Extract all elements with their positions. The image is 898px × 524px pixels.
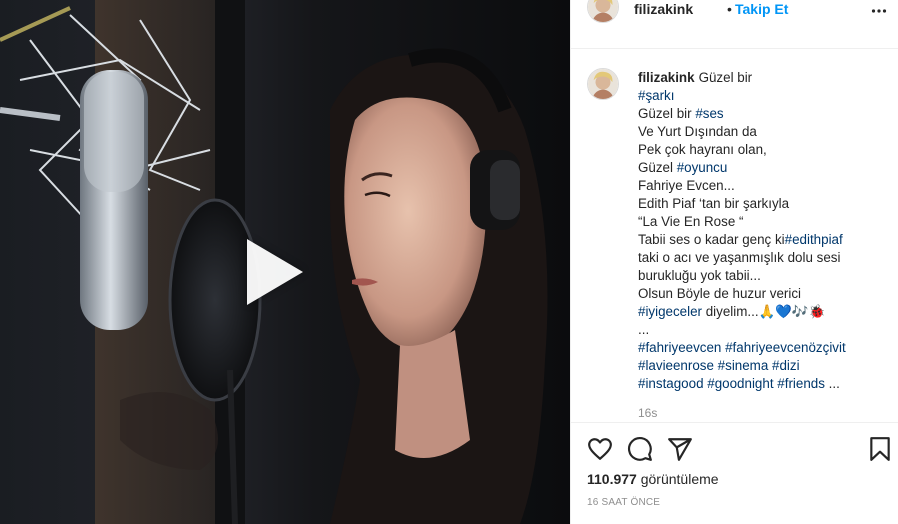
- caption-line: #fahriyeevcen #fahriyeevcenözçivit: [638, 339, 888, 357]
- more-horizontal-icon[interactable]: [871, 3, 887, 19]
- action-bar: 110.977 görüntüleme 16 SAAT ÖNCE: [571, 422, 898, 524]
- caption-line: Tabii ses o kadar genç ki#edithpiaf: [638, 231, 888, 249]
- caption-text: buruk­luğu yok tabii...: [638, 268, 761, 283]
- caption-age: 16s: [638, 406, 658, 420]
- post-caption: filizakink Güzel bir #şarkı Güzel bir #ses V…: [638, 69, 888, 393]
- hashtag-link[interactable]: #oyuncu: [677, 160, 728, 175]
- caption-text: Güzel bir: [638, 106, 696, 121]
- caption-line: Ve Yurt Dışından da: [638, 123, 888, 141]
- hashtag-link[interactable]: #lavieenrose: [638, 358, 714, 373]
- caption-line: taki o acı ve yaşanmışlık dolu sesi: [638, 249, 888, 267]
- hashtag-link[interactable]: #ses: [695, 106, 723, 121]
- header-separator: •: [727, 1, 732, 17]
- caption-text: “La Vie En Rose “: [638, 214, 744, 229]
- hashtag-link[interactable]: #friends: [777, 376, 825, 391]
- caption-line: Olsun Böyle de huzur verici: [638, 285, 888, 303]
- hashtag-link[interactable]: #iyigeceler: [638, 304, 702, 319]
- author-username[interactable]: filizakink: [634, 1, 693, 17]
- caption-line: ...: [638, 321, 888, 339]
- post-header: filizakink • Takip Et: [571, 0, 898, 49]
- comment-icon[interactable]: [627, 436, 653, 462]
- hashtag-link[interactable]: #şarkı: [638, 88, 674, 103]
- author-avatar[interactable]: [587, 0, 619, 23]
- caption-line: #iyigeceler diyelim...🙏💙🎶🐞: [638, 303, 888, 321]
- hashtag-link[interactable]: #dizi: [772, 358, 800, 373]
- hashtag-link[interactable]: #sinema: [718, 358, 769, 373]
- caption-text: Ve Yurt Dışından da: [638, 124, 757, 139]
- caption-text: Edith Piaf ‘tan bir şarkıyla: [638, 196, 790, 211]
- caption-username[interactable]: filizakink: [638, 70, 695, 85]
- caption-line: Edith Piaf ‘tan bir şarkıyla: [638, 195, 888, 213]
- caption-text: Fahriye Evcen...: [638, 178, 735, 193]
- views-count[interactable]: 110.977 görüntüleme: [587, 471, 719, 487]
- caption-text: ...: [824, 376, 840, 391]
- caption-text: Güzel bir: [698, 70, 753, 85]
- bookmark-icon[interactable]: [867, 436, 893, 462]
- play-icon: [247, 239, 303, 305]
- caption-text: Tabii ses o kadar genç ki: [638, 232, 785, 247]
- caption-author-avatar[interactable]: [587, 68, 619, 100]
- caption-line: #instagood #goodnight #friends ...: [638, 375, 888, 393]
- caption-text: diyelim...🙏💙🎶🐞: [702, 304, 826, 319]
- caption-text: Pek çok hayranı olan,: [638, 142, 767, 157]
- caption-line: Fahriye Evcen...: [638, 177, 888, 195]
- views-label: görüntüleme: [640, 471, 719, 487]
- caption-line: filizakink Güzel bir: [638, 69, 888, 87]
- avatar-image: [588, 69, 618, 99]
- views-number: 110.977: [587, 471, 637, 487]
- heart-icon[interactable]: [587, 436, 613, 462]
- follow-button[interactable]: Takip Et: [735, 1, 788, 17]
- caption-line: #lavieenrose #sinema #dizi: [638, 357, 888, 375]
- hashtag-link[interactable]: #instagood: [638, 376, 704, 391]
- caption-text: Güzel: [638, 160, 677, 175]
- post-details-panel: filizakink • Takip Et filizakink Güzel bi…: [570, 0, 898, 524]
- post-timestamp: 16 SAAT ÖNCE: [587, 497, 661, 508]
- caption-line: Güzel bir #ses: [638, 105, 888, 123]
- caption-line: Pek çok hayranı olan,: [638, 141, 888, 159]
- avatar-image: [588, 0, 618, 22]
- post-media[interactable]: [0, 0, 570, 524]
- caption-line: #şarkı: [638, 87, 888, 105]
- play-button[interactable]: [232, 232, 312, 312]
- caption-text: Olsun Böyle de huzur verici: [638, 286, 801, 301]
- share-icon[interactable]: [667, 436, 693, 462]
- hashtag-link[interactable]: #edithpiaf: [785, 232, 843, 247]
- caption-text: taki o acı ve yaşanmışlık dolu sesi: [638, 250, 841, 265]
- caption-text: ...: [638, 322, 650, 337]
- caption-line: Güzel #oyuncu: [638, 159, 888, 177]
- hashtag-link[interactable]: #fahriyeevcen: [638, 340, 721, 355]
- hashtag-link[interactable]: #fahriyeevcenözçivit: [725, 340, 846, 355]
- hashtag-link[interactable]: #goodnight: [707, 376, 773, 391]
- caption-line: “La Vie En Rose “: [638, 213, 888, 231]
- caption-line: buruk­luğu yok tabii...: [638, 267, 888, 285]
